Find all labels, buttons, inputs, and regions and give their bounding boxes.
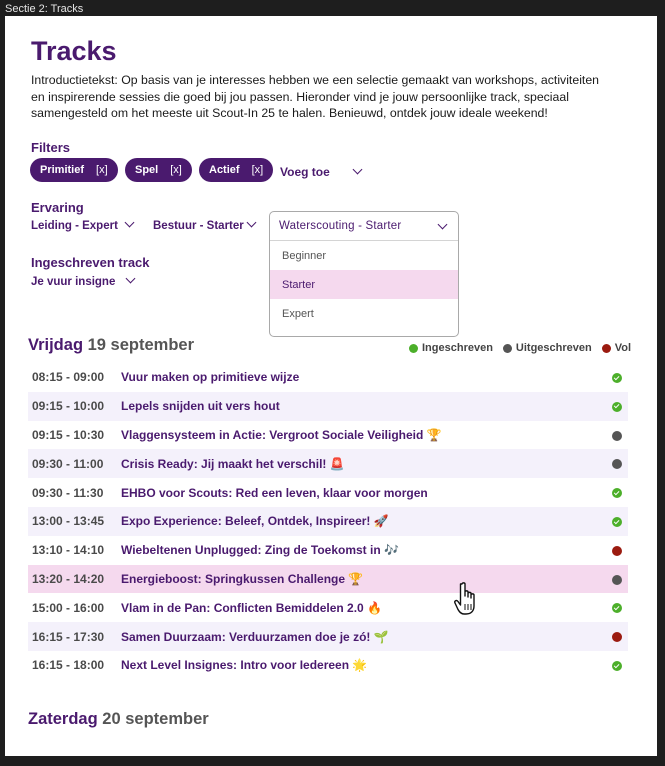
- chevron-down-icon: [352, 164, 363, 175]
- session-list: 08:15 - 09:00 Vuur maken op primitieve wi…: [28, 363, 628, 680]
- session-title[interactable]: Vlam in de Pan: Conflicten Bemiddelen 2.…: [121, 601, 382, 615]
- chip-remove-button[interactable]: [x]: [96, 164, 108, 176]
- session-time: 13:20 - 14:20: [32, 571, 105, 586]
- legend-item-ingeschreven: Ingeschreven: [409, 342, 493, 354]
- chip-label: Actief: [209, 164, 240, 176]
- add-filter-label: Voeg toe: [280, 165, 330, 179]
- status-ingeschreven-icon[interactable]: [612, 401, 622, 412]
- add-filter-dropdown[interactable]: Voeg toe: [280, 164, 363, 179]
- status-uitgeschreven-icon[interactable]: [612, 459, 622, 470]
- session-time: 09:30 - 11:00: [32, 456, 104, 471]
- session-time: 16:15 - 17:30: [32, 629, 105, 644]
- status-ingeschreven-icon[interactable]: [612, 660, 622, 671]
- status-uitgeschreven-icon[interactable]: [612, 574, 622, 585]
- filters-label: Filters: [31, 140, 71, 155]
- frame-label: Sectie 2: Tracks: [5, 3, 84, 15]
- session-title[interactable]: Expo Experience: Beleef, Ontdek, Inspire…: [121, 514, 389, 528]
- legend-label: Uitgeschreven: [515, 342, 592, 354]
- dropdown-value: Bestuur - Starter: [153, 220, 244, 232]
- session-time: 08:15 - 09:00: [32, 370, 105, 385]
- legend-label: Ingeschreven: [422, 342, 493, 354]
- session-title[interactable]: Crisis Ready: Jij maakt het verschil! 🚨: [121, 457, 345, 471]
- track-label: Ingeschreven track: [31, 255, 150, 270]
- chip-label: Spel: [135, 164, 159, 176]
- chevron-down-icon: [437, 219, 448, 230]
- hand-cursor-icon: [454, 582, 475, 615]
- session-title[interactable]: Vuur maken op primitieve wijze: [121, 370, 299, 384]
- select-current-value[interactable]: Waterscouting - Starter: [270, 212, 458, 241]
- ervaring-label: Ervaring: [31, 200, 84, 215]
- green-dot-icon: [409, 343, 418, 353]
- chip-label: Primitief: [40, 164, 85, 176]
- day-name: Zaterdag: [28, 710, 98, 728]
- session-row[interactable]: 13:00 - 13:45 Expo Experience: Beleef, On…: [28, 506, 628, 536]
- session-time: 09:30 - 11:30: [32, 485, 104, 500]
- dropdown-value: Je vuur insigne: [31, 276, 116, 288]
- chevron-down-icon: [125, 273, 136, 284]
- select-value: Waterscouting - Starter: [279, 220, 402, 232]
- ervaring-dropdown-bestuur[interactable]: Bestuur - Starter: [153, 217, 257, 232]
- session-row[interactable]: 09:30 - 11:30 EHBO voor Scouts: Red een l…: [28, 478, 628, 507]
- filter-chip-primitief[interactable]: Primitief [x]: [30, 158, 118, 182]
- intro-text: Introductietekst: Op basis van je intere…: [31, 73, 600, 120]
- session-time: 09:15 - 10:30: [32, 427, 105, 442]
- legend-label: Vol: [614, 342, 632, 354]
- day-heading-vrijdag: Vrijdag 19 september: [28, 336, 194, 355]
- legend-item-vol: Vol: [601, 342, 632, 354]
- session-title[interactable]: Next Level Insignes: Intro voor Iedereen…: [121, 658, 367, 672]
- select-option-starter[interactable]: Starter: [270, 270, 458, 299]
- session-time: 16:15 - 18:00: [32, 658, 105, 673]
- red-dot-icon: [601, 343, 611, 353]
- session-title[interactable]: EHBO voor Scouts: Red een leven, klaar v…: [121, 486, 428, 500]
- day-name: Vrijdag: [28, 336, 84, 354]
- session-row[interactable]: 09:15 - 10:00 Lepels snijden uit vers hou…: [28, 391, 628, 421]
- chevron-down-icon: [124, 217, 135, 228]
- chip-remove-button[interactable]: [x]: [170, 164, 182, 176]
- status-ingeschreven-icon[interactable]: [612, 603, 622, 614]
- select-option-beginner[interactable]: Beginner: [270, 241, 458, 270]
- session-row[interactable]: 09:30 - 11:00 Crisis Ready: Jij maakt het…: [28, 449, 628, 479]
- session-title[interactable]: Energieboost: Springkussen Challenge 🏆: [121, 572, 363, 586]
- session-row[interactable]: 16:15 - 18:00 Next Level Insignes: Intro …: [28, 651, 628, 680]
- session-row[interactable]: 08:15 - 09:00 Vuur maken op primitieve wi…: [28, 363, 628, 392]
- session-title[interactable]: Lepels snijden uit vers hout: [121, 399, 280, 413]
- day-heading-zaterdag: Zaterdag 20 september: [28, 710, 209, 729]
- dropdown-value: Leiding - Expert: [31, 220, 118, 232]
- session-row[interactable]: 09:15 - 10:30 Vlaggensysteem in Actie: Ve…: [28, 421, 628, 450]
- session-row[interactable]: 13:20 - 14:20 Energieboost: Springkussen …: [28, 564, 628, 594]
- legend-item-uitgeschreven: Uitgeschreven: [502, 342, 592, 354]
- status-ingeschreven-icon[interactable]: [612, 488, 622, 499]
- session-time: 09:15 - 10:00: [32, 399, 105, 414]
- select-option-expert[interactable]: Expert: [270, 299, 458, 328]
- status-legend: Ingeschreven Uitgeschreven Vol: [409, 342, 631, 354]
- day-date: 19 september: [87, 336, 195, 354]
- status-ingeschreven-icon[interactable]: [612, 373, 622, 383]
- ervaring-dropdown-leiding[interactable]: Leiding - Expert: [31, 217, 135, 232]
- track-dropdown[interactable]: Je vuur insigne: [31, 273, 136, 288]
- filter-chip-spel[interactable]: Spel [x]: [125, 158, 192, 182]
- grey-dot-icon: [502, 343, 512, 353]
- session-row[interactable]: 13:10 - 14:10 Wiebeltenen Unplugged: Zing…: [28, 536, 628, 565]
- session-title[interactable]: Samen Duurzaam: Verduurzamen doe je zó! …: [121, 630, 389, 644]
- session-row[interactable]: 15:00 - 16:00 Vlam in de Pan: Conflicten …: [28, 593, 628, 622]
- chip-remove-button[interactable]: [x]: [252, 164, 264, 176]
- status-uitgeschreven-icon[interactable]: [612, 430, 622, 441]
- session-row[interactable]: 16:15 - 17:30 Samen Duurzaam: Verduurzame…: [28, 622, 628, 651]
- day-date: 20 september: [102, 710, 209, 728]
- filter-chip-actief[interactable]: Actief [x]: [199, 158, 274, 182]
- session-title[interactable]: Vlaggensysteem in Actie: Vergroot Social…: [121, 428, 442, 442]
- session-title[interactable]: Wiebeltenen Unplugged: Zing de Toekomst …: [121, 543, 399, 557]
- page-title: Tracks: [31, 36, 117, 66]
- session-time: 15:00 - 16:00: [32, 600, 105, 615]
- status-vol-icon[interactable]: [612, 632, 622, 643]
- tracks-page: Tracks Introductietekst: Op basis van je…: [5, 16, 657, 756]
- waterscouting-select[interactable]: Waterscouting - Starter Beginner Starter…: [269, 211, 459, 337]
- status-ingeschreven-icon[interactable]: [612, 516, 622, 527]
- chevron-down-icon: [246, 217, 257, 228]
- session-time: 13:10 - 14:10: [32, 543, 105, 558]
- status-vol-icon[interactable]: [612, 545, 622, 556]
- session-time: 13:00 - 13:45: [32, 514, 105, 529]
